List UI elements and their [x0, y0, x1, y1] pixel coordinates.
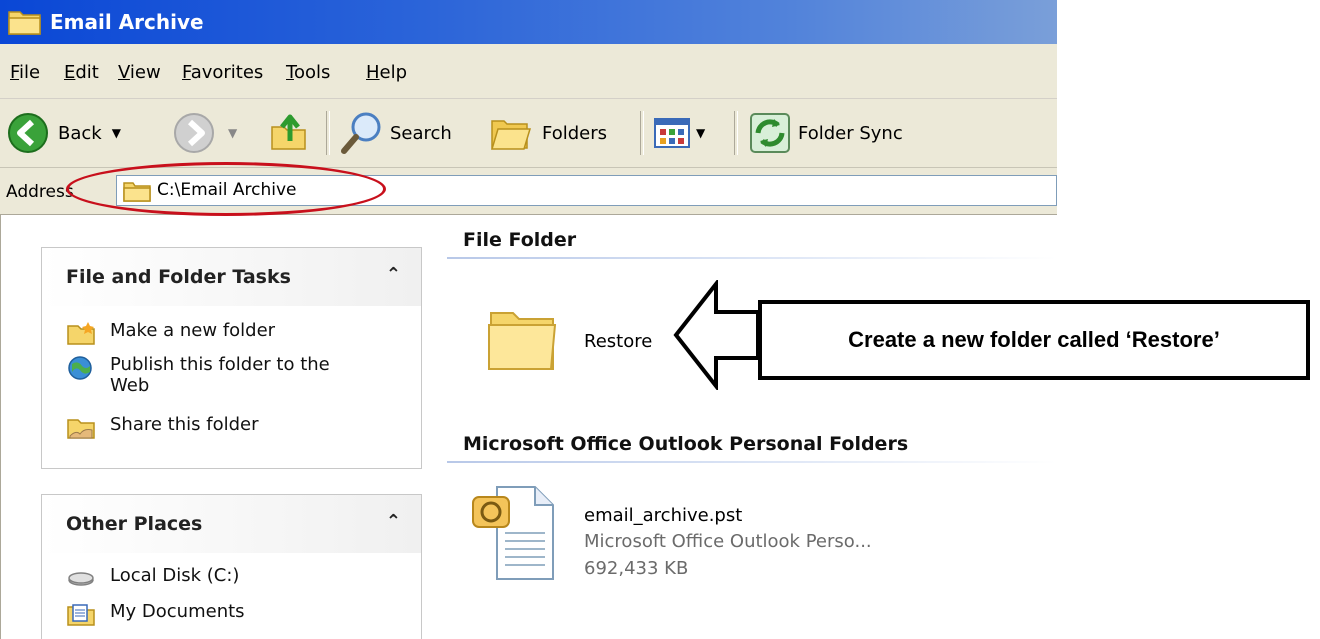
toolbar-separator — [640, 111, 644, 155]
callout-text: Create a new folder called ‘Restore’ — [848, 327, 1220, 352]
up-folder-icon — [271, 114, 306, 150]
place-label: My Documents — [110, 601, 245, 622]
group-divider — [447, 257, 1057, 259]
folder-name: Restore — [584, 331, 653, 352]
place-my-documents[interactable]: My Documents — [66, 601, 245, 627]
collapse-chevron-icon[interactable]: ⌃ — [386, 511, 401, 532]
views-dropdown-icon[interactable]: ▼ — [696, 126, 705, 140]
menu-favorites[interactable]: Favorites — [182, 62, 263, 83]
other-places-panel: Other Places ⌃ Local Disk (C:) My Docume… — [41, 494, 422, 639]
back-dropdown-icon[interactable]: ▼ — [112, 126, 121, 140]
group-divider — [447, 461, 1057, 463]
toolbar-separator — [734, 111, 738, 155]
title-bar[interactable]: Email Archive — [0, 0, 1057, 44]
task-make-new-folder[interactable]: Make a new folder — [66, 320, 275, 346]
search-button[interactable]: Search — [338, 99, 452, 167]
place-label: Local Disk (C:) — [110, 565, 240, 586]
forward-arrow-icon — [174, 113, 214, 153]
search-label: Search — [390, 122, 452, 144]
folder-sync-icon — [750, 113, 790, 153]
folder-sync-label: Folder Sync — [798, 122, 903, 144]
task-label: Publish this folder to the Web — [110, 354, 330, 396]
back-label: Back — [58, 122, 102, 144]
up-folder-button[interactable] — [268, 99, 312, 167]
publish-web-icon — [68, 356, 92, 380]
pst-file-icon — [472, 486, 554, 580]
menu-bar: File Edit View Favorites Tools Help — [0, 44, 1057, 99]
menu-view[interactable]: View — [118, 62, 161, 83]
task-publish-web[interactable]: Publish this folder to the Web — [66, 354, 366, 396]
panel-header[interactable]: Other Places ⌃ — [42, 495, 421, 553]
file-list: File Folder Restore Microsoft Office Out… — [447, 215, 1057, 639]
views-button[interactable]: ▼ — [654, 99, 705, 167]
window-title: Email Archive — [50, 10, 204, 34]
folders-icon — [490, 120, 532, 150]
search-icon — [341, 112, 381, 154]
group-header-file-folder: File Folder — [463, 229, 577, 251]
my-documents-icon — [67, 604, 95, 626]
folders-label: Folders — [542, 122, 608, 144]
menu-help[interactable]: Help — [366, 62, 407, 83]
panel-title: File and Folder Tasks — [66, 266, 291, 288]
panel-title: Other Places — [66, 513, 203, 535]
file-type: Microsoft Office Outlook Perso... — [584, 531, 872, 552]
share-folder-icon — [67, 419, 95, 439]
back-button[interactable]: Back ▼ — [6, 99, 121, 167]
collapse-chevron-icon[interactable]: ⌃ — [386, 264, 401, 285]
callout-arrow — [673, 280, 760, 390]
menu-edit[interactable]: Edit — [64, 62, 99, 83]
task-label: Make a new folder — [110, 320, 276, 341]
instruction-callout: Create a new folder called ‘Restore’ — [758, 300, 1310, 380]
new-folder-icon — [67, 322, 95, 345]
task-pane: File and Folder Tasks ⌃ Make a new folde… — [0, 215, 447, 639]
views-icon — [654, 118, 690, 148]
forward-dropdown-icon[interactable]: ▼ — [228, 126, 237, 140]
folder-icon — [8, 11, 41, 35]
disk-icon — [68, 572, 94, 586]
folders-button[interactable]: Folders — [488, 99, 607, 167]
file-folder-tasks-panel: File and Folder Tasks ⌃ Make a new folde… — [41, 247, 422, 469]
task-share-folder[interactable]: Share this folder — [66, 414, 258, 440]
task-label: Share this folder — [110, 414, 259, 435]
forward-button[interactable]: ▼ — [172, 99, 237, 167]
menu-file[interactable]: File — [10, 62, 40, 83]
place-local-disk[interactable]: Local Disk (C:) — [66, 565, 239, 591]
toolbar: Back ▼ ▼ Search Folders ▼ Folder Sync — [0, 99, 1057, 168]
address-label: Address — [6, 182, 74, 202]
panel-header[interactable]: File and Folder Tasks ⌃ — [42, 248, 421, 306]
folder-sync-button[interactable]: Folder Sync — [748, 99, 903, 167]
menu-tools[interactable]: Tools — [286, 62, 330, 83]
address-highlight-ellipse — [66, 162, 386, 216]
file-name: email_archive.pst — [584, 505, 743, 526]
large-folder-icon — [488, 312, 557, 370]
file-size: 692,433 KB — [584, 558, 689, 579]
toolbar-separator — [326, 111, 330, 155]
back-arrow-icon — [8, 113, 48, 153]
group-header-outlook: Microsoft Office Outlook Personal Folder… — [463, 433, 909, 455]
